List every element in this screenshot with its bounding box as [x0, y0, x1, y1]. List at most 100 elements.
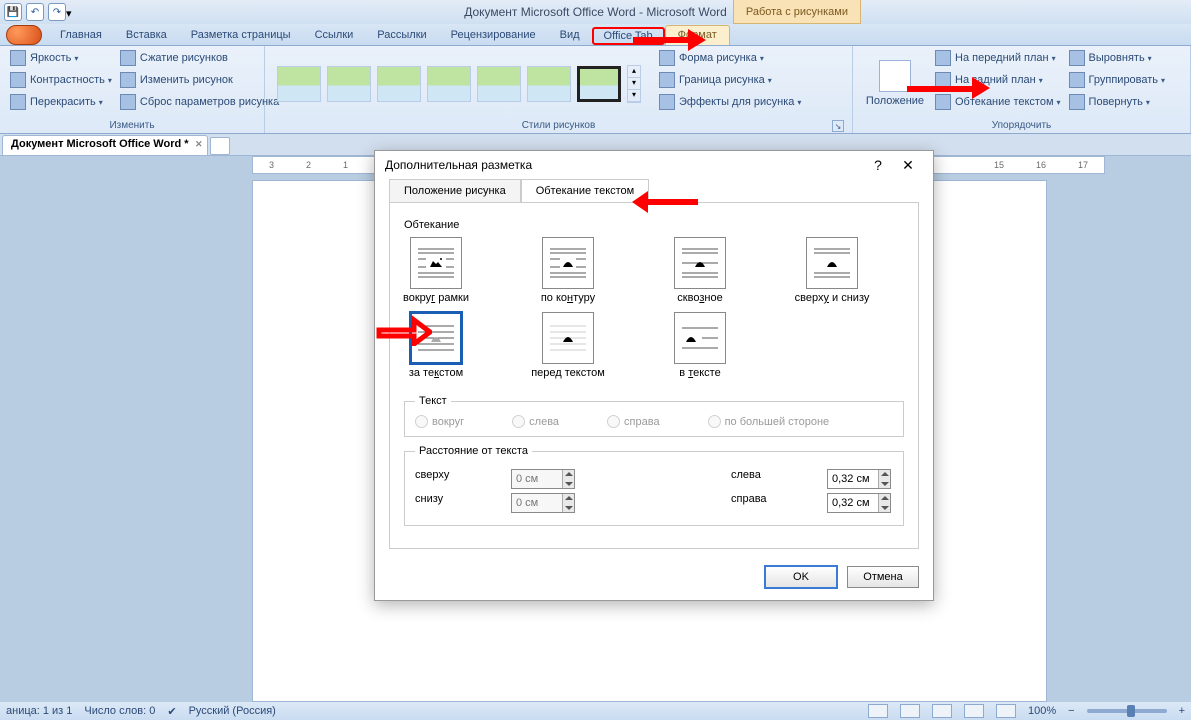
spellcheck-icon[interactable]: ✔ [167, 705, 176, 718]
redo-button[interactable]: ↷ [48, 3, 66, 21]
contrast-button[interactable]: Контрастность▾ [6, 70, 116, 90]
qat-more-icon[interactable]: ▾ [66, 7, 73, 18]
dialog-tab-wrapping[interactable]: Обтекание текстом [521, 179, 650, 203]
tab-page-layout[interactable]: Разметка страницы [179, 26, 303, 45]
view-print-layout[interactable] [868, 704, 888, 718]
picture-effects-button[interactable]: Эффекты для рисунка▾ [655, 92, 805, 112]
chevron-down-icon: ▾ [74, 54, 78, 63]
radio-around: вокруг [415, 415, 464, 428]
align-button[interactable]: Выровнять▾ [1065, 48, 1170, 68]
spin-right[interactable]: 0,32 см [827, 493, 891, 513]
wrap-option-tight[interactable]: по контуру [536, 237, 600, 304]
section-distance: Расстояние от текста [415, 445, 532, 457]
chevron-down-icon: ▾ [797, 98, 801, 107]
style-thumb[interactable] [277, 66, 321, 102]
tab-references[interactable]: Ссылки [303, 26, 366, 45]
tab-insert[interactable]: Вставка [114, 26, 179, 45]
group-label-styles: Стили рисунков↘ [271, 119, 846, 133]
status-zoom[interactable]: 100% [1028, 705, 1056, 717]
advanced-layout-dialog: Дополнительная разметка ? ✕ Положение ри… [374, 150, 934, 601]
spin-bottom: 0 см [511, 493, 575, 513]
picture-shape-button[interactable]: Форма рисунка▾ [655, 48, 805, 68]
style-thumb[interactable] [427, 66, 471, 102]
dialog-help-button[interactable]: ? [863, 157, 893, 173]
undo-button[interactable]: ↶ [26, 3, 44, 21]
brightness-icon [10, 50, 26, 66]
ok-button[interactable]: OK [765, 566, 837, 588]
office-orb[interactable] [6, 25, 42, 45]
position-button[interactable]: Положение [859, 48, 931, 119]
compress-icon [120, 50, 136, 66]
rotate-icon [1069, 94, 1085, 110]
wrap-option-inline[interactable]: в тексте [668, 312, 732, 379]
window-title: Документ Microsoft Office Word - Microso… [0, 5, 1191, 19]
label-right: справа [731, 493, 779, 513]
zoom-out-button[interactable]: − [1068, 705, 1074, 717]
view-draft[interactable] [996, 704, 1016, 718]
dialog-tab-position[interactable]: Положение рисунка [389, 179, 521, 203]
picture-styles-gallery[interactable]: ▴▾▾ [271, 48, 647, 119]
rotate-button[interactable]: Повернуть▾ [1065, 92, 1170, 112]
recolor-button[interactable]: Перекрасить▾ [6, 92, 116, 112]
document-tab[interactable]: Документ Microsoft Office Word *✕ [2, 135, 208, 155]
tab-view[interactable]: Вид [548, 26, 592, 45]
chevron-down-icon: ▾ [768, 76, 772, 85]
cancel-button[interactable]: Отмена [847, 566, 919, 588]
send-back-icon [935, 72, 951, 88]
view-web-layout[interactable] [932, 704, 952, 718]
spin-top: 0 см [511, 469, 575, 489]
style-thumb[interactable] [477, 66, 521, 102]
chevron-down-icon: ▾ [1146, 98, 1150, 107]
zoom-in-button[interactable]: + [1179, 705, 1185, 717]
label-top: сверху [415, 469, 463, 489]
wrap-text-icon [935, 94, 951, 110]
group-icon [1069, 72, 1085, 88]
tab-review[interactable]: Рецензирование [439, 26, 548, 45]
spin-left[interactable]: 0,32 см [827, 469, 891, 489]
chevron-down-icon: ▾ [108, 76, 112, 85]
close-tab-icon[interactable]: ✕ [195, 139, 203, 150]
new-document-tab[interactable] [210, 137, 230, 155]
wrap-option-square[interactable]: вокруг рамки [404, 237, 468, 304]
change-picture-button[interactable]: Изменить рисунок [116, 70, 283, 90]
status-page[interactable]: аница: 1 из 1 [6, 705, 72, 717]
align-icon [1069, 50, 1085, 66]
group-button[interactable]: Группировать▾ [1065, 70, 1170, 90]
section-text: Текст [415, 395, 451, 407]
tab-format[interactable]: Формат [665, 25, 730, 45]
save-button[interactable]: 💾 [4, 3, 22, 21]
bring-front-button[interactable]: На передний план▾ [931, 48, 1065, 68]
reset-picture-button[interactable]: Сброс параметров рисунка [116, 92, 283, 112]
dialog-close-button[interactable]: ✕ [893, 157, 923, 174]
label-left: слева [731, 469, 779, 489]
wrap-option-through[interactable]: сквозное [668, 237, 732, 304]
brightness-button[interactable]: Яркость▾ [6, 48, 116, 68]
style-thumb[interactable] [377, 66, 421, 102]
chevron-down-icon: ▾ [1161, 76, 1165, 85]
compress-button[interactable]: Сжатие рисунков [116, 48, 283, 68]
style-thumb-selected[interactable] [577, 66, 621, 102]
status-language[interactable]: Русский (Россия) [189, 705, 276, 717]
style-thumb[interactable] [327, 66, 371, 102]
view-full-screen[interactable] [900, 704, 920, 718]
zoom-slider[interactable] [1087, 709, 1167, 713]
recolor-icon [10, 94, 26, 110]
shape-icon [659, 50, 675, 66]
wrap-option-front[interactable]: перед текстом [536, 312, 600, 379]
send-back-button[interactable]: На задний план▾ [931, 70, 1065, 90]
effects-icon [659, 94, 675, 110]
gallery-scroll[interactable]: ▴▾▾ [627, 65, 641, 103]
status-words[interactable]: Число слов: 0 [84, 705, 155, 717]
radio-left: слева [512, 415, 559, 428]
wrap-text-button[interactable]: Обтекание текстом▾ [931, 92, 1065, 112]
group-label-arrange: Упорядочить [859, 119, 1184, 133]
tab-home[interactable]: Главная [48, 26, 114, 45]
style-thumb[interactable] [527, 66, 571, 102]
view-outline[interactable] [964, 704, 984, 718]
dialog-launcher[interactable]: ↘ [832, 120, 844, 132]
tab-mailings[interactable]: Рассылки [365, 26, 438, 45]
tab-office-tab[interactable]: Office Tab [592, 27, 665, 45]
picture-border-button[interactable]: Граница рисунка▾ [655, 70, 805, 90]
wrap-option-behind[interactable]: за текстом [404, 312, 468, 379]
wrap-option-topbottom[interactable]: сверху и снизу [800, 237, 864, 304]
